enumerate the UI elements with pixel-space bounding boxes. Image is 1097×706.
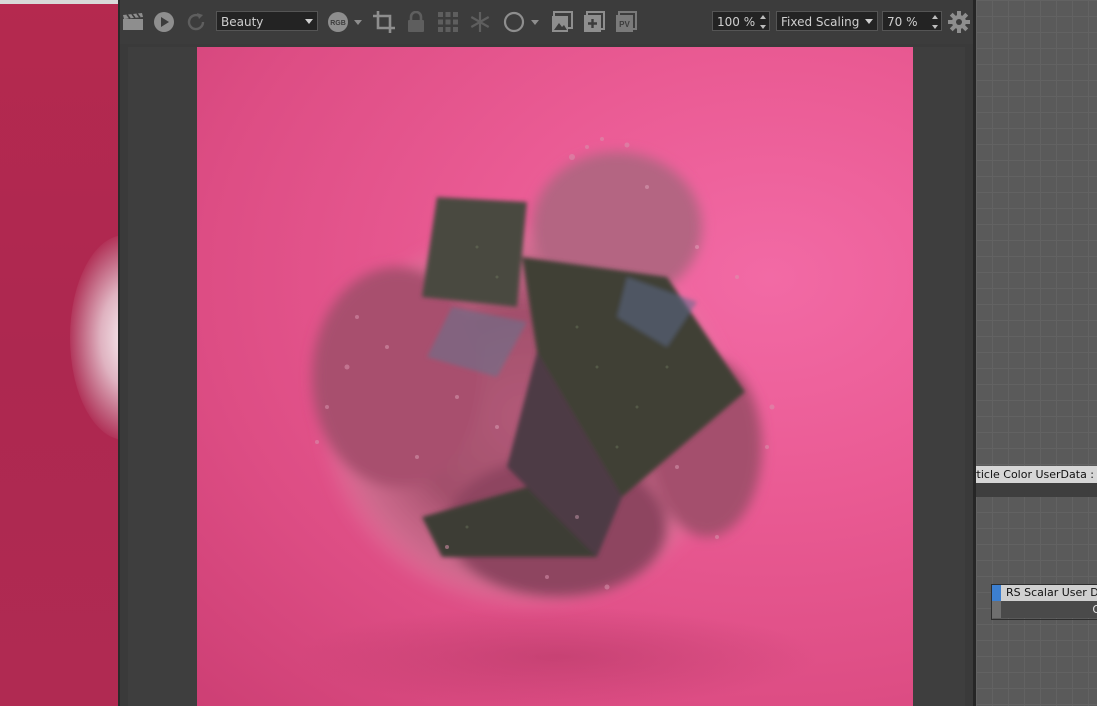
circle-icon[interactable] (502, 10, 542, 34)
rgb-label: RGB (330, 20, 346, 27)
node-header: rticle Color UserData : Co (976, 466, 1097, 483)
scaling-mode-dropdown[interactable]: Fixed Scaling (776, 11, 878, 31)
play-icon[interactable] (152, 10, 176, 34)
pv-icon[interactable]: PV (614, 10, 638, 34)
render-view-toolbar: Beauty RGB PV 100 % Fixed Scaling 70 % (120, 0, 973, 44)
scale-percent-value: 70 % (887, 15, 918, 29)
zoom-value: 100 % (717, 15, 756, 29)
particle-cloud-partial (70, 235, 118, 440)
gear-icon[interactable] (947, 10, 971, 34)
spinner-arrows-icon[interactable] (760, 15, 766, 29)
background-render-window (0, 0, 118, 706)
rgb-icon[interactable]: RGB (326, 10, 364, 34)
chevron-down-icon (305, 19, 313, 24)
snowflake-icon[interactable] (468, 10, 492, 34)
window-title-strip (0, 0, 118, 4)
node-editor-panel[interactable]: rticle Color UserData : Co RS Scalar Use… (976, 0, 1097, 706)
particle-cube-render (297, 137, 817, 706)
add-image-icon[interactable] (582, 10, 606, 34)
node-output-port[interactable]: Ou (992, 601, 1097, 618)
render-pass-dropdown[interactable]: Beauty (216, 11, 318, 31)
rendered-image (197, 47, 913, 706)
render-pass-value: Beauty (221, 15, 264, 29)
lock-icon[interactable] (404, 10, 428, 34)
spinner-arrows-icon[interactable] (932, 15, 938, 29)
rs-scalar-userdata-node[interactable]: RS Scalar User Dat Ou (991, 584, 1097, 620)
zoom-spinbox[interactable]: 100 % (712, 11, 770, 31)
scaling-mode-value: Fixed Scaling (781, 15, 860, 29)
clapper-icon[interactable] (121, 10, 145, 34)
image-icon[interactable] (550, 10, 574, 34)
node-body (976, 483, 1097, 497)
refresh-icon[interactable] (184, 10, 208, 34)
crop-icon[interactable] (372, 10, 396, 34)
render-view-window: Beauty RGB PV 100 % Fixed Scaling 70 % (120, 0, 973, 706)
particle-color-userdata-node[interactable]: rticle Color UserData : Co (976, 466, 1097, 498)
pv-label: PV (619, 20, 630, 29)
scale-percent-spinbox[interactable]: 70 % (882, 11, 942, 31)
chevron-down-icon (865, 19, 873, 24)
node-header: RS Scalar User Dat (992, 585, 1097, 601)
grid-icon[interactable] (436, 10, 460, 34)
render-canvas[interactable] (128, 47, 965, 706)
